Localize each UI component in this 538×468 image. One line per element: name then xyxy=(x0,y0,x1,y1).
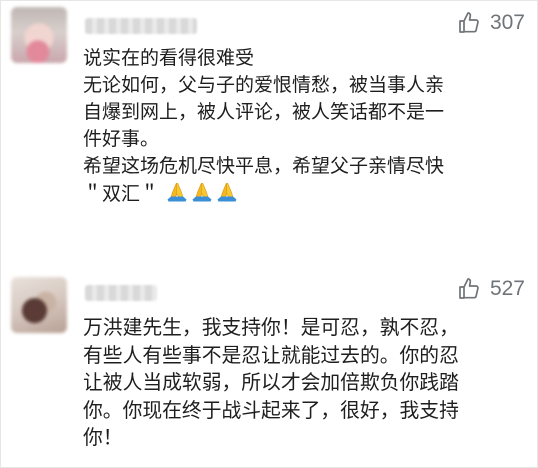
thumbs-up-icon xyxy=(459,278,479,299)
emoji-row xyxy=(165,180,240,204)
comment-item: 307 说实在的看得很难受 无论如何，父与子的爱恨情愁，被当事人亲 自爆到网上，… xyxy=(1,1,538,259)
comment-line: 希望这场危机尽快平息，希望父子亲情尽快 xyxy=(83,155,445,177)
comment-line: 有些人有些事不是忍让就能过去的。你的忍 xyxy=(83,343,459,367)
folded-hands-icon xyxy=(192,183,212,202)
comment-line: 万洪建先生，我支持你！是可忍，孰不忍， xyxy=(83,316,459,339)
comment-line: 你！ xyxy=(83,426,123,449)
like-button[interactable]: 307 xyxy=(457,11,525,35)
comment-text: 说实在的看得很难受 无论如何，父与子的爱恨情愁，被当事人亲 自爆到网上，被人评论… xyxy=(83,45,521,208)
avatar[interactable] xyxy=(11,277,67,333)
comment-line: 自爆到网上，被人评论，被人笑话都不是一 xyxy=(83,101,445,123)
like-count: 307 xyxy=(489,11,525,34)
avatar[interactable] xyxy=(11,7,67,63)
comment-line: 件好事。 xyxy=(83,128,160,150)
like-count: 527 xyxy=(489,277,525,300)
comment-line: 无论如何，父与子的爱恨情愁，被当事人亲 xyxy=(83,74,445,96)
folded-hands-icon xyxy=(167,183,187,202)
comment-item: 527 万洪建先生，我支持你！是可忍，孰不忍， 有些人有些事不是忍让就能过去的。… xyxy=(1,259,538,468)
comment-line: ＂双汇＂ xyxy=(83,183,160,205)
username-blurred[interactable] xyxy=(85,18,197,34)
comment-line: 让被人当成软弱，所以才会加倍欺负你践踏 xyxy=(83,371,459,394)
comment-text: 万洪建先生，我支持你！是可忍，孰不忍， 有些人有些事不是忍让就能过去的。你的忍 … xyxy=(83,314,521,452)
comment-line: 你。你现在终于战斗起来了，很好，我支持 xyxy=(83,398,459,422)
like-button[interactable]: 527 xyxy=(457,277,525,301)
username-blurred[interactable] xyxy=(85,285,157,301)
comment-feed: 307 说实在的看得很难受 无论如何，父与子的爱恨情愁，被当事人亲 自爆到网上，… xyxy=(0,0,538,468)
comment-line: 说实在的看得很难受 xyxy=(83,47,255,69)
comment-line-with-emoji: ＂双汇＂ xyxy=(83,180,521,208)
folded-hands-icon xyxy=(217,183,237,202)
thumbs-up-icon xyxy=(459,12,479,33)
